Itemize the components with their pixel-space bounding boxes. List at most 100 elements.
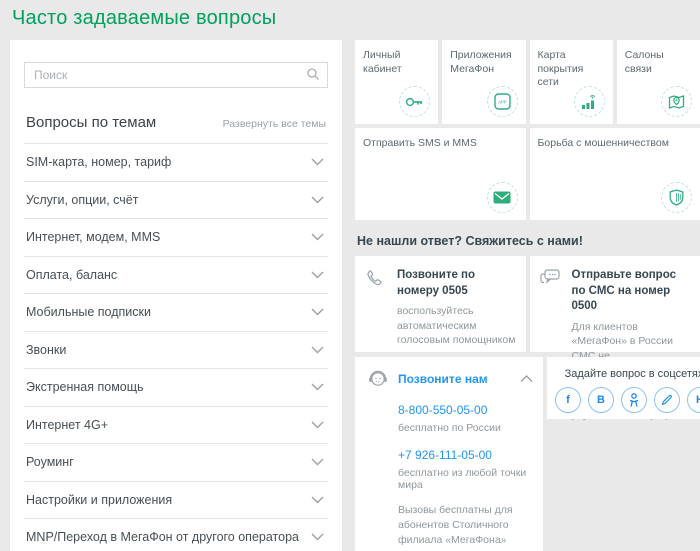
accordion-item-calls[interactable]: Звонки (24, 332, 328, 370)
tile-megafon-apps[interactable]: Приложения МегаФон APP (442, 40, 525, 124)
chevron-down-icon (311, 496, 324, 504)
accordion-item-label: Интернет 4G+ (26, 418, 108, 432)
odnoklassniki-icon[interactable] (621, 387, 647, 413)
app-icon: APP (487, 86, 518, 117)
call-us-title: Позвоните нам (398, 372, 512, 386)
chevron-down-icon (311, 421, 324, 429)
mail-icon (487, 182, 518, 213)
accordion-item-payment[interactable]: Оплата, баланс (24, 257, 328, 295)
phone-number-international-note: бесплатно из любой точки мира (398, 467, 533, 491)
call-us-note: Вызовы бесплатны для абонентов Столичног… (398, 503, 533, 549)
tile-retail-stores[interactable]: Салоны связи (617, 40, 700, 124)
accordion-item-internet[interactable]: Интернет, модем, MMS (24, 219, 328, 257)
main-layout: Вопросы по темам Развернуть все темы SIM… (0, 40, 700, 551)
accordion-item-services[interactable]: Услуги, опции, счёт (24, 182, 328, 220)
topics-accordion: SIM-карта, номер, тариф Услуги, опции, с… (24, 143, 328, 551)
tiles-row-2: Отправить SMS и MMS Борьба с мошенничест… (355, 128, 700, 220)
faq-page: Часто задаваемые вопросы Вопросы по тема… (0, 0, 700, 551)
tile-label: Карта покрытия сети (538, 49, 605, 90)
search-icon[interactable] (306, 67, 320, 81)
chevron-up-icon[interactable] (520, 375, 533, 383)
accordion-item-label: Звонки (26, 343, 66, 357)
accordion-item-label: Услуги, опции, счёт (26, 193, 138, 207)
call-us-card: Позвоните нам 8-800-550-05-00 бесплатно … (355, 357, 543, 551)
accordion-item-label: MNP/Переход в МегаФон от другого операто… (26, 530, 299, 544)
social-h-glyph: H (696, 394, 700, 406)
accordion-item-roaming[interactable]: Роуминг (24, 444, 328, 482)
headset-operator-icon (367, 369, 390, 389)
tile-label: Борьба с мошенничеством (538, 137, 693, 151)
accordion-item-4g[interactable]: Интернет 4G+ (24, 407, 328, 445)
tile-label: Личный кабинет (363, 49, 430, 76)
search-box (24, 62, 328, 88)
accordion-item-settings[interactable]: Настройки и приложения (24, 482, 328, 520)
sms-0500-card[interactable]: Отправьте вопрос по СМС на номер 0500 Дл… (530, 256, 700, 352)
tile-coverage-map[interactable]: Карта покрытия сети (530, 40, 613, 124)
call-0505-content: Позвоните по номеру 0505 воспользуйтесь … (397, 268, 516, 342)
tile-personal-cabinet[interactable]: Личный кабинет (355, 40, 438, 124)
social-heading: Задайте вопрос в соцсетях (555, 368, 700, 380)
phone-number-international[interactable]: +7 926-111-05-00 (398, 448, 492, 462)
call-0505-card[interactable]: Позвоните по номеру 0505 воспользуйтесь … (355, 256, 526, 352)
facebook-glyph: f (566, 394, 570, 406)
pencil-icon[interactable] (654, 387, 680, 413)
accordion-item-label: SIM-карта, номер, тариф (26, 155, 171, 169)
accordion-item-label: Настройки и приложения (26, 493, 172, 507)
chevron-down-icon (311, 158, 324, 166)
contact-actions-column: Позвоните нам 8-800-550-05-00 бесплатно … (355, 357, 543, 551)
topics-title: Вопросы по темам (26, 114, 156, 131)
accordion-item-label: Экстренная помощь (26, 380, 144, 394)
key-icon (399, 86, 430, 117)
contact-heading: Не нашли ответ? Свяжитесь с нами! (357, 234, 700, 248)
phone-number-federal[interactable]: 8-800-550-05-00 (398, 403, 487, 417)
social-h-icon[interactable]: H (687, 387, 700, 413)
map-pin-icon (661, 86, 692, 117)
chevron-down-icon (311, 458, 324, 466)
vk-glyph: B (597, 394, 605, 406)
topics-panel: Вопросы по темам Развернуть все темы SIM… (10, 40, 342, 551)
accordion-item-label: Роуминг (26, 455, 74, 469)
tile-label: Отправить SMS и MMS (363, 137, 518, 151)
accordion-item-emergency[interactable]: Экстренная помощь (24, 369, 328, 407)
sms-0500-content: Отправьте вопрос по СМС на номер 0500 Дл… (572, 268, 691, 342)
expand-all-link[interactable]: Развернуть все темы (223, 118, 326, 130)
chevron-down-icon (311, 346, 324, 354)
accordion-item-sim[interactable]: SIM-карта, номер, тариф (24, 144, 328, 182)
call-us-body: 8-800-550-05-00 бесплатно по России +7 9… (398, 401, 533, 549)
tile-send-sms-mms[interactable]: Отправить SMS и MMS (355, 128, 526, 220)
accordion-item-mnp[interactable]: MNP/Переход в МегаФон от другого операто… (24, 519, 328, 551)
call-us-header[interactable]: Позвоните нам (367, 369, 533, 389)
accordion-item-subscriptions[interactable]: Мобильные подписки (24, 294, 328, 332)
shield-icon (661, 182, 692, 213)
quick-links-panel: Личный кабинет Приложения МегаФон APP Ка… (355, 40, 700, 551)
phone-handset-icon (365, 268, 389, 342)
chevron-down-icon (311, 533, 324, 541)
call-0505-subtitle: воспользуйтесь автоматическим голосовым … (397, 304, 516, 348)
facebook-icon[interactable]: f (555, 387, 581, 413)
search-input[interactable] (24, 62, 328, 88)
chevron-down-icon (311, 383, 324, 391)
chevron-down-icon (311, 196, 324, 204)
accordion-item-label: Оплата, баланс (26, 268, 117, 282)
contact-cards: Позвоните по номеру 0505 воспользуйтесь … (355, 256, 700, 352)
tiles-row-1: Личный кабинет Приложения МегаФон APP Ка… (355, 40, 700, 124)
bottom-grid: Позвоните нам 8-800-550-05-00 бесплатно … (355, 357, 700, 551)
tile-label: Салоны связи (625, 49, 692, 76)
chevron-down-icon (311, 308, 324, 316)
phone-number-federal-note: бесплатно по России (398, 422, 533, 434)
tile-label: Приложения МегаФон (450, 49, 517, 76)
coverage-chart-icon (574, 86, 605, 117)
social-card: Задайте вопрос в соцсетях f B H (547, 357, 700, 419)
accordion-item-label: Интернет, модем, MMS (26, 230, 160, 244)
vk-icon[interactable]: B (588, 387, 614, 413)
tile-anti-fraud[interactable]: Борьба с мошенничеством (530, 128, 700, 220)
chevron-down-icon (311, 271, 324, 279)
call-0505-title: Позвоните по номеру 0505 (397, 268, 516, 299)
chat-bubbles-icon (540, 268, 564, 342)
page-title: Часто задаваемые вопросы (0, 0, 700, 30)
topics-header: Вопросы по темам Развернуть все темы (24, 114, 328, 143)
svg-text:APP: APP (498, 99, 507, 104)
chevron-down-icon (311, 233, 324, 241)
sms-0500-title: Отправьте вопрос по СМС на номер 0500 (572, 268, 691, 315)
social-buttons: f B H (555, 387, 700, 413)
